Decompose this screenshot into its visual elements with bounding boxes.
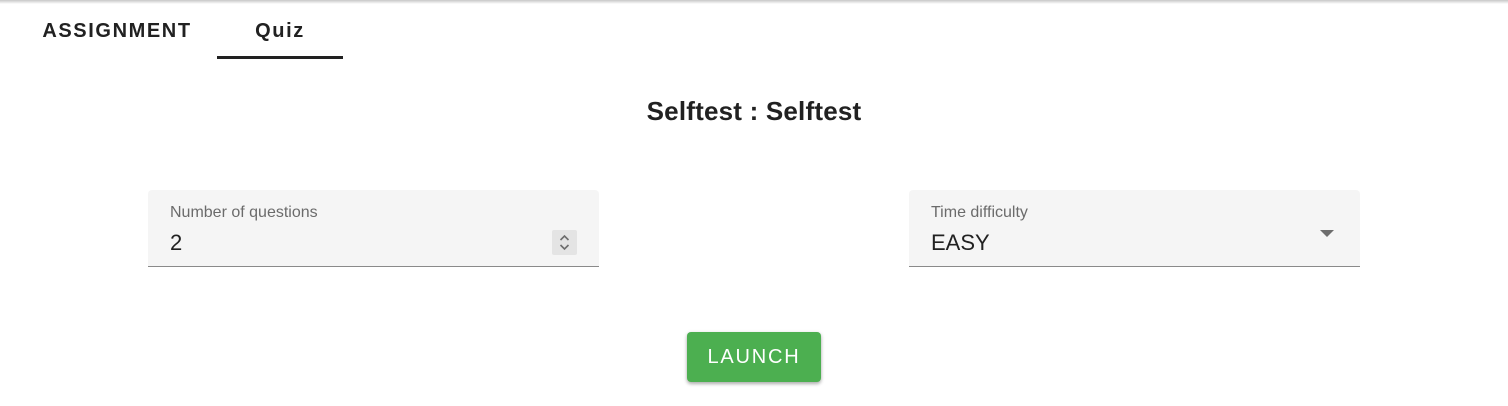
tab-bar: ASSIGNMENT Quiz: [17, 4, 343, 60]
number-of-questions-field[interactable]: Number of questions: [148, 190, 599, 267]
number-of-questions-input[interactable]: [170, 230, 530, 256]
time-difficulty-value: EASY: [931, 230, 990, 255]
up-down-chevron-icon[interactable]: [552, 230, 577, 255]
time-difficulty-select[interactable]: Time difficulty EASY: [909, 190, 1360, 267]
tab-assignment-label: ASSIGNMENT: [42, 20, 192, 42]
launch-button[interactable]: LAUNCH: [687, 332, 821, 382]
number-of-questions-label: Number of questions: [170, 204, 318, 221]
page-title: Selftest : Selftest: [646, 96, 862, 126]
quiz-launch-page: ASSIGNMENT Quiz Selftest : Selftest Numb…: [0, 0, 1508, 406]
tab-quiz-label: Quiz: [255, 20, 305, 42]
time-difficulty-label: Time difficulty: [931, 204, 1028, 221]
tab-quiz[interactable]: Quiz: [217, 4, 343, 59]
caret-down-icon[interactable]: [1320, 225, 1334, 237]
tab-assignment[interactable]: ASSIGNMENT: [17, 4, 217, 59]
